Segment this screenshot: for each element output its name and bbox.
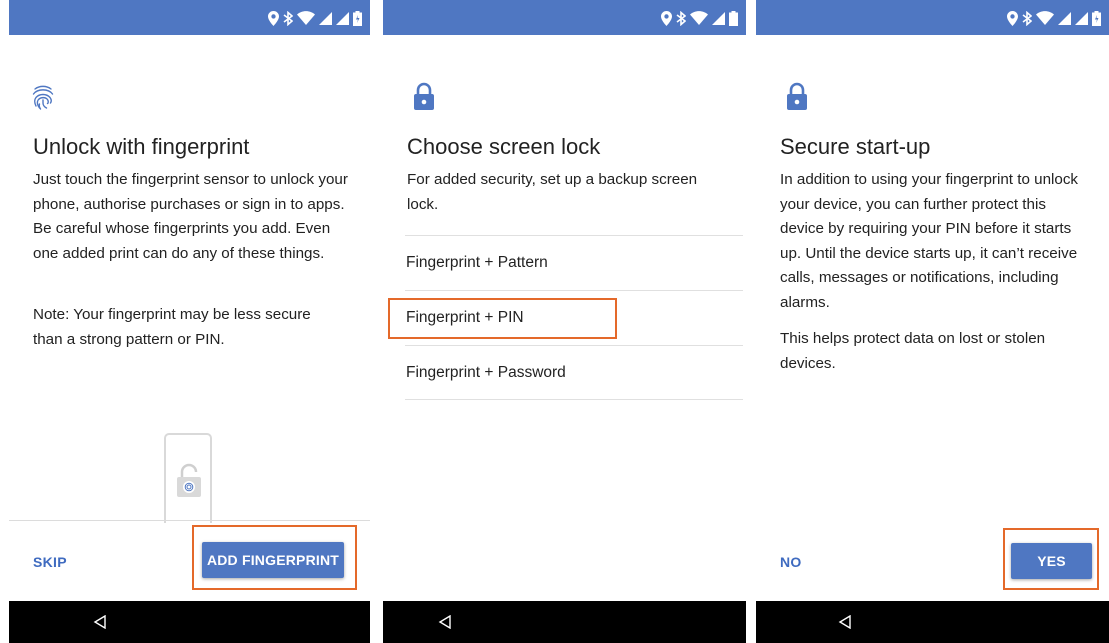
nav-bar [756,601,1109,643]
bluetooth-icon [676,10,686,26]
footer-divider [9,520,370,521]
no-button[interactable]: NO [780,554,802,570]
signal-icon [712,11,725,25]
lock-icon [414,82,434,110]
signal-icon [336,11,349,25]
status-icons [1007,9,1101,27]
wifi-icon [1036,11,1054,25]
fingerprint-icon [32,85,54,110]
signal-icon [1075,11,1088,25]
back-icon[interactable] [93,615,107,629]
highlight-box [1003,528,1099,590]
note-text: Note: Your fingerprint may be less secur… [33,306,311,348]
lock-icon [787,82,807,110]
wifi-icon [690,11,708,25]
page-title: Choose screen lock [407,134,601,159]
page-title: Unlock with fingerprint [33,134,250,159]
status-bar [756,0,1109,35]
signal-icon [319,11,332,25]
page-title: Secure start-up [780,134,931,159]
location-icon [268,10,279,26]
skip-button[interactable]: SKIP [33,554,67,570]
description-text: In addition to using your fingerprint to… [780,171,1079,311]
status-icons [268,9,362,27]
phone-illustration [164,433,212,523]
battery-icon [729,10,738,26]
location-icon [1007,10,1018,26]
secure-startup-screen: Secure start-up In addition to using you… [756,0,1109,643]
back-icon[interactable] [438,615,452,629]
wifi-icon [297,11,315,25]
description-text: Just touch the fingerprint sensor to unl… [33,171,348,262]
back-icon[interactable] [838,615,852,629]
option-fingerprint-password[interactable]: Fingerprint + Password [405,345,743,400]
battery-charging-icon [1092,10,1101,26]
battery-charging-icon [353,10,362,26]
location-icon [661,10,672,26]
status-icons [661,9,738,27]
info-text: This helps protect data on lost or stole… [780,330,1046,372]
option-fingerprint-pattern[interactable]: Fingerprint + Pattern [405,235,743,290]
screen-lock-screen: Choose screen lock For added security, s… [383,0,746,643]
status-bar [9,0,370,35]
highlight-box [388,298,617,339]
unlock-fingerprint-icon [177,463,201,497]
nav-bar [9,601,370,643]
nav-bar [383,601,746,643]
highlight-box [192,525,357,590]
status-bar [383,0,746,35]
bluetooth-icon [1022,10,1032,26]
signal-icon [1058,11,1071,25]
fingerprint-screen: Unlock with fingerprint Just touch the f… [9,0,370,643]
description-text: For added security, set up a backup scre… [407,171,698,213]
bluetooth-icon [283,10,293,26]
